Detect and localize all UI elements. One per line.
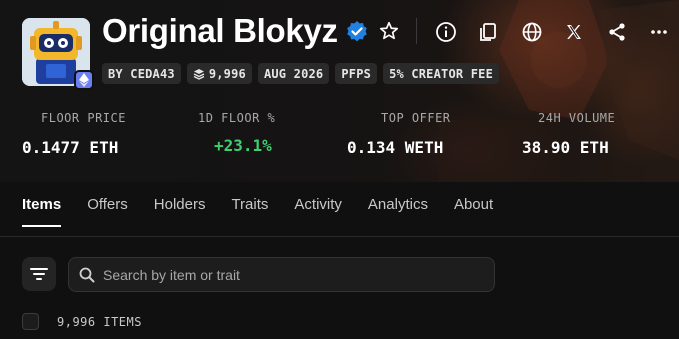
stat-value: 0.134 WETH	[347, 138, 444, 157]
more-icon[interactable]	[647, 20, 671, 44]
stat-24h-volume: 24H VOLUME 38.90 ETH	[522, 111, 615, 157]
search-input[interactable]	[103, 266, 483, 283]
tab-analytics[interactable]: Analytics	[368, 196, 428, 227]
layers-icon	[193, 68, 205, 80]
stat-floor-change: 1D FLOOR % +23.1%	[198, 111, 275, 155]
verified-check-icon	[347, 21, 367, 42]
globe-icon[interactable]	[520, 20, 544, 44]
stat-label: FLOOR PRICE	[41, 111, 126, 125]
stat-value: +23.1%	[214, 136, 272, 155]
tab-items[interactable]: Items	[22, 196, 62, 227]
tabs-divider	[0, 236, 679, 237]
tab-about[interactable]: About	[454, 196, 493, 227]
x-logo-icon[interactable]	[562, 20, 586, 44]
info-icon[interactable]	[434, 20, 458, 44]
star-outline-icon[interactable]	[378, 20, 400, 42]
copy-icon[interactable]	[476, 20, 500, 44]
search-icon	[79, 267, 95, 282]
share-icon[interactable]	[605, 20, 629, 44]
stat-label: 1D FLOOR %	[198, 111, 276, 125]
supply-badge: 9,996	[186, 63, 252, 84]
stat-value: 0.1477 ETH	[22, 138, 119, 157]
collection-tabs: Items Offers Holders Traits Activity Ana…	[22, 196, 493, 227]
stat-label: TOP OFFER	[381, 111, 451, 125]
tab-activity[interactable]: Activity	[294, 196, 342, 227]
header-divider	[416, 18, 417, 44]
ethereum-chain-icon	[74, 70, 94, 90]
category-badge[interactable]: PFPS	[335, 63, 378, 84]
select-all-checkbox[interactable]	[22, 313, 39, 330]
filter-icon	[30, 268, 48, 280]
stat-floor-price: FLOOR PRICE 0.1477 ETH	[22, 111, 126, 157]
filter-button[interactable]	[22, 257, 56, 291]
tab-holders[interactable]: Holders	[154, 196, 206, 227]
creator-badge[interactable]: BY CEDA43	[102, 63, 181, 84]
date-badge: AUG 2026	[257, 63, 330, 84]
collection-badges: BY CEDA43 9,996 AUG 2026 PFPS 5% CREATOR…	[102, 63, 500, 84]
stat-value: 38.90 ETH	[522, 138, 609, 157]
stat-top-offer: TOP OFFER 0.134 WETH	[347, 111, 451, 157]
items-count: 9,996 ITEMS	[57, 315, 142, 329]
search-box[interactable]	[68, 257, 495, 292]
collection-title: Original Blokyz	[102, 12, 338, 49]
tab-offers[interactable]: Offers	[87, 196, 128, 227]
creator-fee-badge: 5% CREATOR FEE	[383, 63, 500, 84]
tab-traits[interactable]: Traits	[231, 196, 268, 227]
stat-label: 24H VOLUME	[538, 111, 616, 125]
